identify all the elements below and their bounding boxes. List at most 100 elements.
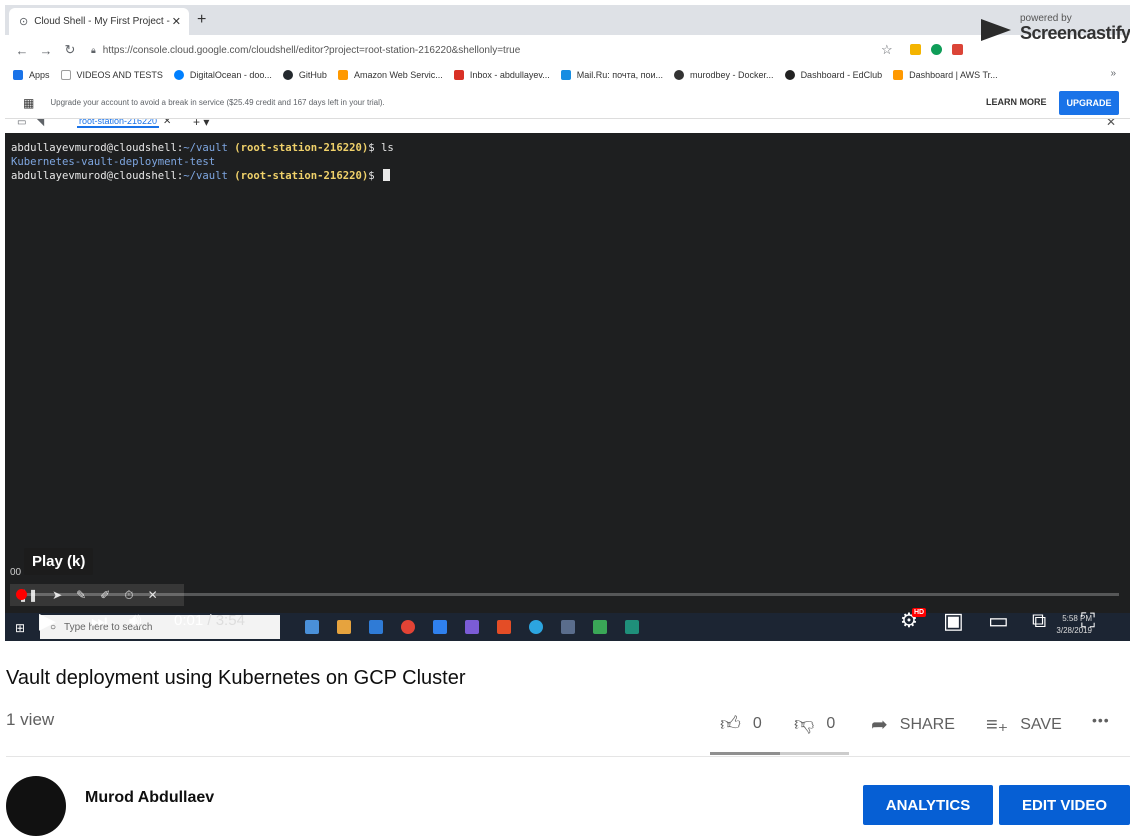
- bookmark-label: murodbey - Docker...: [690, 70, 774, 80]
- bookmark-label: Dashboard | AWS Tr...: [909, 70, 998, 80]
- cloudshell-toolbar-icons: ▭◥: [17, 119, 55, 128]
- like-count: 0: [752, 715, 762, 732]
- browser-tab-title: Cloud Shell - My First Project - G: [34, 16, 172, 27]
- share-button[interactable]: ➦ SHARE: [871, 712, 955, 737]
- url-field: 🔒︎ https://console.cloud.google.com/clou…: [91, 45, 520, 56]
- screencastify-logo-icon: [981, 19, 1011, 41]
- dislike-count: 0: [826, 715, 836, 732]
- bookmark-label: Amazon Web Servic...: [353, 70, 443, 80]
- hd-badge: HD: [912, 608, 927, 617]
- bookmark-label: Mail.Ru: почта, пои...: [576, 70, 664, 80]
- video-actions: 👍︎ 0 👎︎ 0 ➦ SHARE ≡₊ SAVE •••: [0, 712, 1134, 736]
- bookmark-item: murodbey - Docker...: [674, 70, 774, 80]
- prompt-path: ~/vault: [183, 142, 228, 154]
- volume-button[interactable]: 🔊︎: [129, 603, 142, 639]
- recorder-timer: 00: [10, 567, 22, 578]
- new-tab-icon: +: [197, 11, 207, 28]
- thumbs-up-icon: 👍︎: [720, 713, 741, 735]
- terminal-line: abdullayevmurod@cloudshell:~/vault (root…: [11, 169, 1124, 183]
- next-button[interactable]: ⏭: [91, 603, 107, 639]
- prompt-user: abdullayevmurod@cloudshell: [11, 142, 177, 154]
- bookmark-item: Dashboard - EdClub: [784, 70, 883, 80]
- channel-avatar[interactable]: [6, 776, 66, 836]
- bookmark-label: VIDEOS AND TESTS: [76, 70, 163, 80]
- play-tooltip: Play (k): [24, 548, 94, 575]
- terminal-line: abdullayevmurod@cloudshell:~/vault (root…: [11, 142, 394, 154]
- extension-icon: [952, 44, 963, 55]
- reload-icon: ↻: [64, 42, 76, 57]
- bookmark-label: Apps: [29, 70, 50, 80]
- progress-bar[interactable]: [16, 589, 1119, 600]
- bookmark-item: VIDEOS AND TESTS: [60, 70, 163, 80]
- lock-icon: 🔒︎: [91, 44, 96, 55]
- cloudshell-tab: root-station-216220: [77, 119, 160, 128]
- time-separator: /: [203, 612, 216, 629]
- edit-video-button[interactable]: EDIT VIDEO: [999, 785, 1130, 825]
- play-button[interactable]: ▶: [39, 603, 56, 639]
- cloudshell-add-tab-icon: + ▾: [193, 119, 210, 129]
- terminal-output: Kubernetes-vault-deployment-test: [11, 156, 216, 168]
- terminal-cursor: [382, 169, 390, 181]
- upgrade-button: UPGRADE: [1059, 91, 1119, 115]
- back-icon: ←: [15, 42, 29, 58]
- page-icon: [60, 70, 71, 80]
- save-button[interactable]: ≡₊ SAVE: [986, 712, 1062, 737]
- aws-icon: [337, 70, 348, 80]
- upgrade-message: Upgrade your account to avoid a break in…: [50, 98, 385, 107]
- edclub-icon: [784, 70, 795, 80]
- thumbs-down-icon: 👎︎: [794, 713, 815, 735]
- time-current: 0:01: [174, 612, 204, 629]
- learn-more-link: LEARN MORE: [986, 97, 1047, 107]
- gift-icon: ▦: [23, 95, 35, 110]
- like-button[interactable]: 👍︎ 0: [720, 712, 762, 736]
- divider: [6, 756, 1130, 757]
- docker-icon: [674, 70, 685, 80]
- apps-icon: [13, 70, 23, 80]
- bookmark-item: Apps: [13, 70, 50, 80]
- bookmark-label: Dashboard - EdClub: [800, 70, 883, 80]
- prompt-project: (root-station-216220): [234, 142, 369, 154]
- bookmark-item: Dashboard | AWS Tr...: [893, 70, 998, 80]
- fullscreen-button[interactable]: ⛶: [1081, 603, 1095, 639]
- extension-icon: [910, 44, 921, 55]
- sentiment-bar: [710, 752, 849, 755]
- bookmark-label: DigitalOcean - doo...: [189, 70, 272, 80]
- address-bar: ← → ↻ 🔒︎ https://console.cloud.google.co…: [5, 35, 1130, 65]
- save-label: SAVE: [1020, 715, 1062, 733]
- dislike-button[interactable]: 👎︎ 0: [794, 712, 835, 736]
- bookmark-item: Inbox - abdullayev...: [453, 70, 550, 80]
- browser-tab: ⊙ Cloud Shell - My First Project - G ✕: [9, 8, 189, 35]
- cast-button[interactable]: ⧉: [1032, 603, 1046, 639]
- cloud-shell-icon: ⊙: [19, 16, 29, 28]
- screencastify-brand: Screencastify: [1020, 23, 1130, 43]
- bookmark-label: Inbox - abdullayev...: [469, 70, 550, 80]
- channel-name[interactable]: Murod Abdullaev: [85, 789, 214, 807]
- sentiment-like-fill: [710, 752, 780, 755]
- bookmark-item: GitHub: [282, 70, 327, 80]
- cloudshell-tabbar: ▭◥ root-station-216220 ✕ + ▾ ✕: [5, 119, 1130, 133]
- cloudshell-tab-close-icon: ✕: [163, 119, 172, 127]
- bookmark-star-icon: ☆: [881, 42, 893, 57]
- url-text: https://console.cloud.google.com/cloudsh…: [102, 44, 521, 56]
- video-player[interactable]: ⊙ Cloud Shell - My First Project - G ✕ +…: [5, 5, 1130, 641]
- video-title: Vault deployment using Kubernetes on GCP…: [6, 667, 466, 689]
- bookmarks-bar: Apps VIDEOS AND TESTS DigitalOcean - doo…: [5, 63, 1130, 87]
- terminal-command: ls: [380, 142, 394, 154]
- mailru-icon: [560, 70, 571, 80]
- bookmark-label: GitHub: [298, 70, 327, 80]
- share-icon: ➦: [871, 714, 888, 736]
- prompt-user: abdullayevmurod@cloudshell: [11, 170, 177, 182]
- cloudshell-close-icon: ✕: [1105, 119, 1116, 129]
- recorded-browser: ⊙ Cloud Shell - My First Project - G ✕ +…: [5, 5, 1130, 133]
- analytics-button[interactable]: ANALYTICS: [863, 785, 993, 825]
- more-actions-button[interactable]: •••: [1092, 712, 1110, 728]
- forward-icon: →: [39, 42, 53, 58]
- share-label: SHARE: [899, 715, 955, 733]
- theater-mode-button[interactable]: ▭: [988, 603, 1009, 639]
- tab-close-icon: ✕: [171, 16, 181, 28]
- bookmark-item: DigitalOcean - doo...: [173, 70, 272, 80]
- prompt-project: (root-station-216220): [234, 170, 369, 182]
- miniplayer-button[interactable]: ▣: [943, 603, 964, 639]
- bookmark-item: Amazon Web Servic...: [337, 70, 443, 80]
- github-icon: [282, 70, 293, 80]
